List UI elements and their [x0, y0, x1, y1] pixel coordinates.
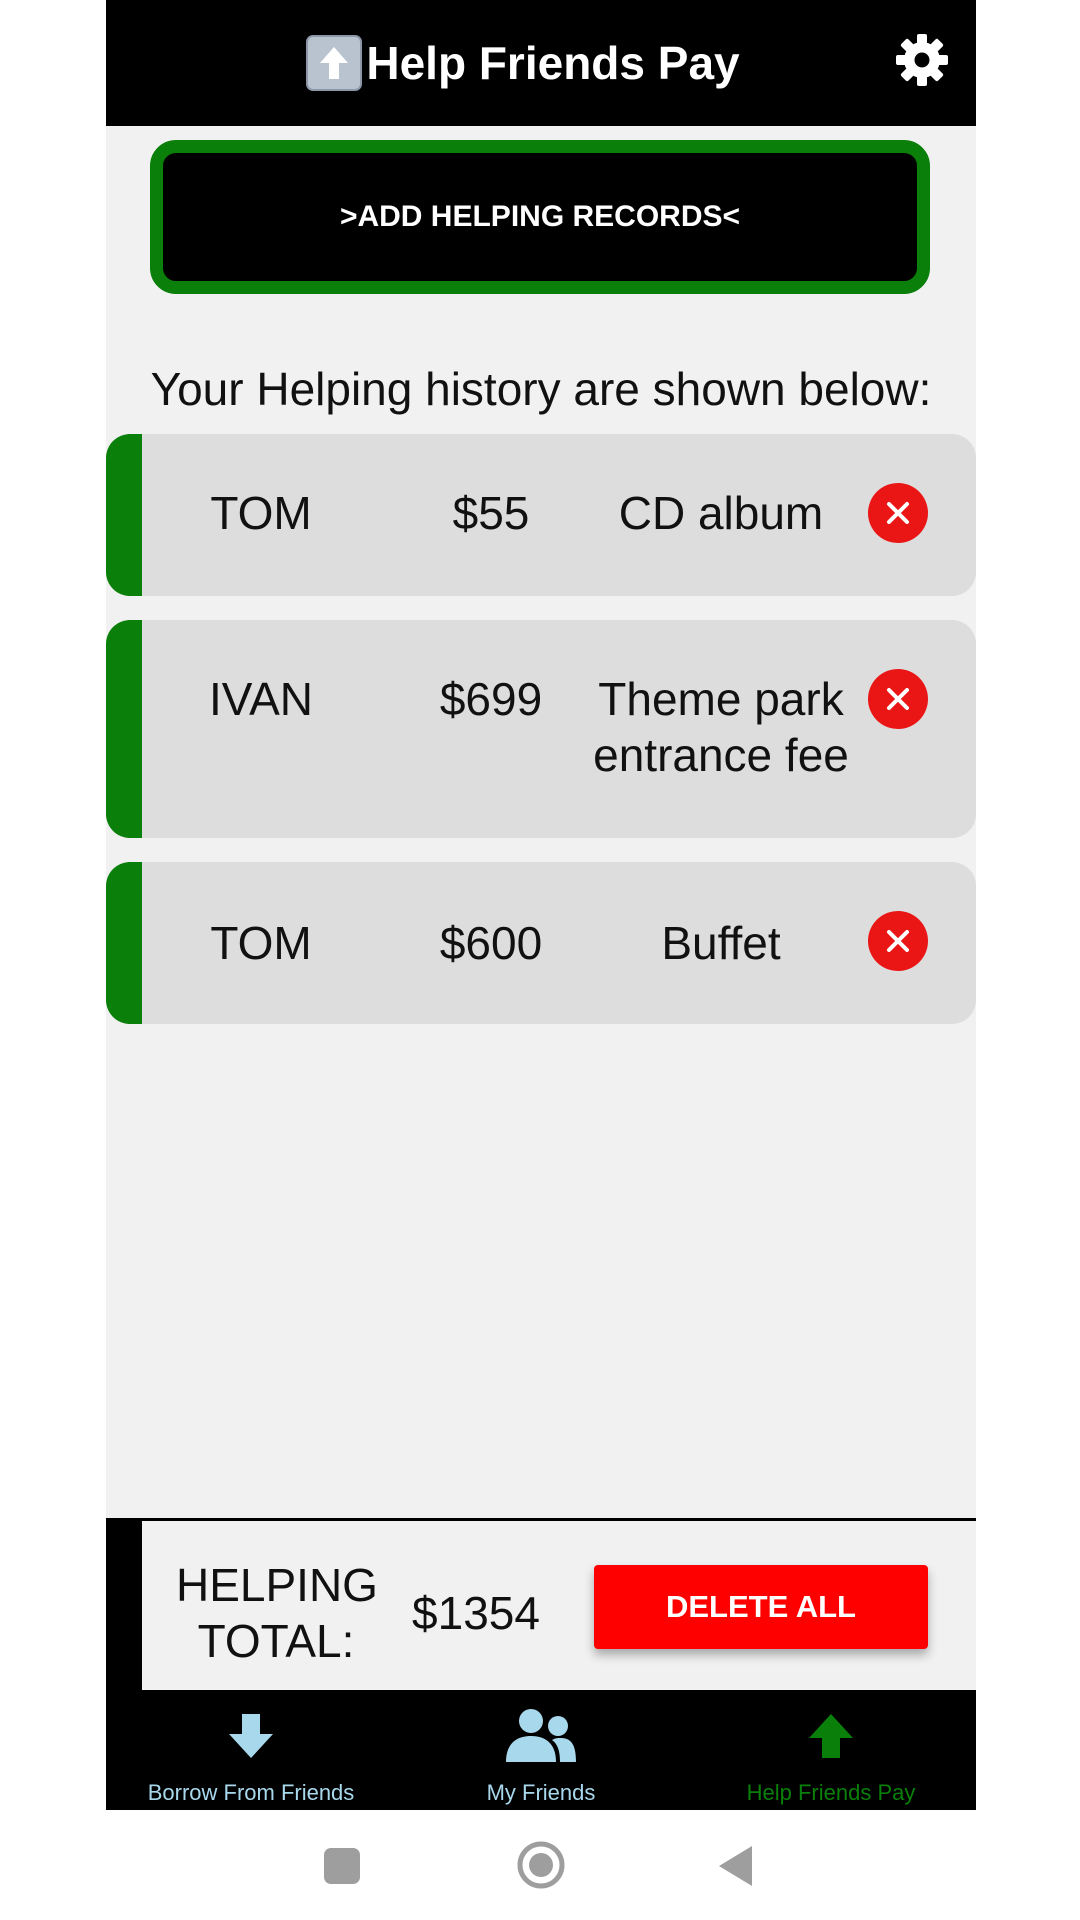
record-description: CD album — [618, 487, 824, 539]
record-name: TOM — [210, 917, 312, 969]
back-triangle-icon — [719, 1846, 752, 1886]
record-stripe — [106, 620, 142, 838]
record-row: TOM $600 Buffet — [106, 862, 976, 1024]
square-icon — [324, 1848, 360, 1884]
record-stripe — [106, 862, 142, 1024]
delete-all-label: DELETE ALL — [665, 1589, 856, 1624]
system-navigation-bar — [0, 1810, 1080, 1920]
delete-record-button[interactable] — [868, 669, 928, 729]
people-icon — [504, 1708, 578, 1764]
records-list: TOM $55 CD album IVAN $699 Theme park en… — [106, 434, 976, 1048]
up-arrow-emoji-icon — [306, 35, 363, 91]
close-icon — [887, 502, 909, 524]
arrow-up-icon — [807, 1708, 855, 1764]
nav-item-help-friends-pay[interactable]: Help Friends Pay — [686, 1690, 976, 1810]
add-helping-records-button[interactable]: >ADD HELPING RECORDS< — [150, 140, 930, 294]
record-row: TOM $55 CD album — [106, 434, 976, 596]
total-value: $1354 — [412, 1587, 540, 1639]
nav-item-my-friends[interactable]: My Friends — [396, 1690, 686, 1810]
home-button[interactable] — [516, 1840, 566, 1895]
close-icon — [887, 930, 909, 952]
history-heading: Your Helping history are shown below: — [150, 363, 932, 415]
app-screen: Help Friends Pay >ADD HELPING RECORDS< Y… — [106, 0, 976, 1810]
record-description: Theme park entrance fee — [593, 673, 849, 781]
bottom-navigation: Borrow From Friends My Friends Help Frie… — [106, 1690, 976, 1810]
record-name: IVAN — [209, 673, 313, 725]
page-title: Help Friends Pay — [366, 37, 740, 89]
record-amount: $699 — [439, 673, 543, 725]
delete-record-button[interactable] — [868, 911, 928, 971]
nav-item-borrow-from-friends[interactable]: Borrow From Friends — [106, 1690, 396, 1810]
gear-icon[interactable] — [894, 32, 950, 88]
total-stripe — [106, 1521, 142, 1690]
nav-label: My Friends — [486, 1780, 596, 1805]
close-icon — [887, 688, 909, 710]
app-header: Help Friends Pay — [106, 0, 976, 126]
nav-label: Borrow From Friends — [147, 1780, 355, 1805]
record-stripe — [106, 434, 142, 596]
total-label: HELPING TOTAL: — [176, 1559, 378, 1667]
back-button[interactable] — [716, 1844, 756, 1893]
record-description: Buffet — [661, 917, 781, 969]
arrow-down-icon — [227, 1708, 275, 1764]
nav-label: Help Friends Pay — [746, 1780, 916, 1805]
home-circle-icon — [517, 1841, 565, 1889]
record-amount: $55 — [452, 487, 530, 539]
record-name: TOM — [210, 487, 312, 539]
record-row: IVAN $699 Theme park entrance fee — [106, 620, 976, 838]
add-button-label: >ADD HELPING RECORDS< — [339, 200, 741, 233]
delete-all-button[interactable]: DELETE ALL — [594, 1565, 928, 1649]
header-title-group: Help Friends Pay — [306, 35, 740, 91]
recent-apps-button[interactable] — [322, 1846, 362, 1891]
total-bar: HELPING TOTAL: $1354 DELETE ALL — [106, 1518, 976, 1690]
record-amount: $600 — [439, 917, 543, 969]
delete-record-button[interactable] — [868, 483, 928, 543]
